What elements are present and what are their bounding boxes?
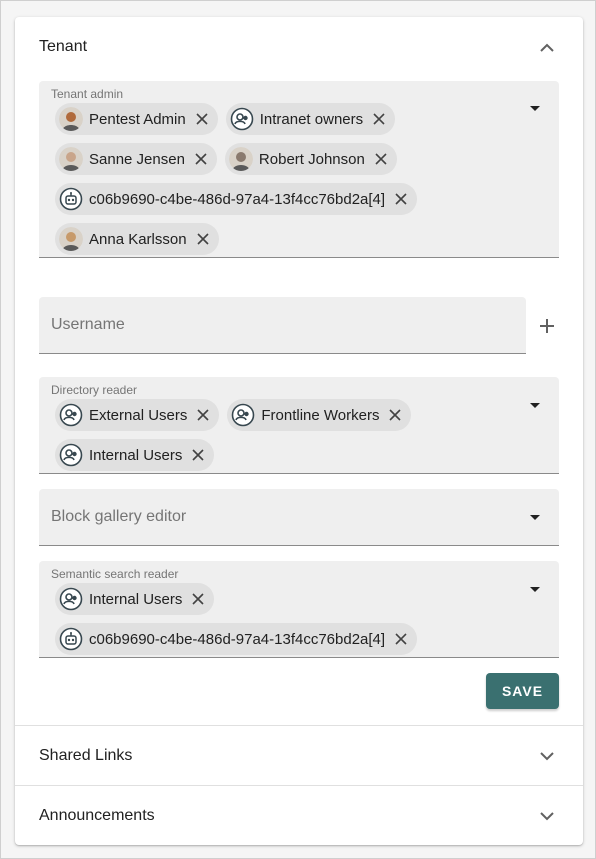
announcements-section-header[interactable]: Announcements <box>15 786 583 846</box>
chip-label: c06b9690-c4be-486d-97a4-13f4cc76bd2a[4] <box>89 630 386 648</box>
chip-row: c06b9690-c4be-486d-97a4-13f4cc76bd2a[4] <box>55 183 509 215</box>
chip-label: Internal Users <box>89 590 183 608</box>
avatar <box>59 147 83 171</box>
close-icon[interactable] <box>188 589 208 609</box>
chip-label: Sanne Jensen <box>89 150 185 168</box>
chip-row: Pentest Admin Intranet owners <box>55 103 509 135</box>
directory-reader-field[interactable]: Directory reader External Users Frontline… <box>39 377 559 474</box>
save-button[interactable]: SAVE <box>486 673 559 709</box>
chip-label: Frontline Workers <box>261 406 380 424</box>
username-field[interactable]: Username <box>39 297 526 354</box>
shared-links-section-header[interactable]: Shared Links <box>15 726 583 786</box>
chip-label: External Users <box>89 406 188 424</box>
semantic-search-reader-chip-list: Internal Users c06b9690-c4be-486d-97a4-13… <box>55 583 509 663</box>
username-placeholder: Username <box>51 316 125 333</box>
chip-label: Robert Johnson <box>258 150 365 168</box>
group-icon <box>59 587 83 611</box>
tenant-section-header[interactable]: Tenant <box>15 17 583 77</box>
chip[interactable]: Internal Users <box>55 439 215 471</box>
app-icon <box>59 187 83 211</box>
dropdown-arrow-icon[interactable] <box>530 403 540 408</box>
shared-links-title: Shared Links <box>39 747 133 764</box>
semantic-search-reader-label: Semantic search reader <box>51 567 179 581</box>
avatar <box>59 227 83 251</box>
close-icon[interactable] <box>391 629 411 649</box>
chevron-down-icon[interactable] <box>535 804 559 828</box>
close-icon[interactable] <box>191 149 211 169</box>
app-icon <box>59 627 83 651</box>
chip[interactable]: Frontline Workers <box>227 399 412 431</box>
chip-label: Pentest Admin <box>89 110 186 128</box>
chip[interactable]: Robert Johnson <box>224 143 397 175</box>
avatar <box>59 107 83 131</box>
chip-row: Internal Users <box>55 583 509 615</box>
group-icon <box>59 443 83 467</box>
tenant-admin-label: Tenant admin <box>51 87 124 101</box>
group-icon <box>59 403 83 427</box>
close-icon[interactable] <box>385 405 405 425</box>
close-icon[interactable] <box>371 149 391 169</box>
close-icon[interactable] <box>192 109 212 129</box>
chip-row: External Users Frontline Workers <box>55 399 509 431</box>
tenant-admin-chip-list: Pentest Admin Intranet owners Sanne Jensen… <box>55 103 509 263</box>
chevron-down-icon[interactable] <box>535 744 559 768</box>
dropdown-arrow-icon[interactable] <box>530 106 540 111</box>
chip[interactable]: Intranet owners <box>225 103 396 135</box>
tenant-section-title: Tenant <box>39 38 88 55</box>
chip-row: Sanne Jensen Robert Johnson <box>55 143 509 175</box>
chip-row: c06b9690-c4be-486d-97a4-13f4cc76bd2a[4] <box>55 623 509 655</box>
group-icon <box>230 107 254 131</box>
chip-label: Anna Karlsson <box>89 230 187 248</box>
announcements-title: Announcements <box>39 807 155 824</box>
close-icon[interactable] <box>193 405 213 425</box>
chip-label: Intranet owners <box>259 110 364 128</box>
chevron-up-icon[interactable] <box>535 35 559 59</box>
chip-row: Anna Karlsson <box>55 223 509 255</box>
settings-card: Tenant Tenant admin Pentest Admin Intrane… <box>15 17 583 845</box>
chip-label: Internal Users <box>89 446 183 464</box>
directory-reader-label: Directory reader <box>51 383 138 397</box>
avatar <box>228 147 253 171</box>
close-icon[interactable] <box>188 445 208 465</box>
close-icon[interactable] <box>369 109 389 129</box>
dropdown-arrow-icon[interactable] <box>530 515 540 520</box>
chip[interactable]: c06b9690-c4be-486d-97a4-13f4cc76bd2a[4] <box>55 183 418 215</box>
semantic-search-reader-field[interactable]: Semantic search reader Internal Users c06… <box>39 561 559 658</box>
chip[interactable]: Internal Users <box>55 583 215 615</box>
block-gallery-editor-field[interactable]: Block gallery editor <box>39 489 559 546</box>
close-icon[interactable] <box>391 189 411 209</box>
chip-label: c06b9690-c4be-486d-97a4-13f4cc76bd2a[4] <box>89 190 386 208</box>
chip[interactable]: External Users <box>55 399 220 431</box>
add-user-button[interactable] <box>535 314 559 338</box>
close-icon[interactable] <box>193 229 213 249</box>
chip-row: Internal Users <box>55 439 509 471</box>
chip[interactable]: c06b9690-c4be-486d-97a4-13f4cc76bd2a[4] <box>55 623 418 655</box>
chip[interactable]: Sanne Jensen <box>55 143 217 175</box>
group-icon <box>231 403 255 427</box>
chip[interactable]: Pentest Admin <box>55 103 218 135</box>
dropdown-arrow-icon[interactable] <box>530 587 540 592</box>
block-gallery-editor-placeholder: Block gallery editor <box>51 508 187 525</box>
tenant-admin-field[interactable]: Tenant admin Pentest Admin Intranet owner… <box>39 81 559 258</box>
plus-icon <box>540 319 554 333</box>
chip[interactable]: Anna Karlsson <box>55 223 219 255</box>
directory-reader-chip-list: External Users Frontline Workers Internal … <box>55 399 509 479</box>
